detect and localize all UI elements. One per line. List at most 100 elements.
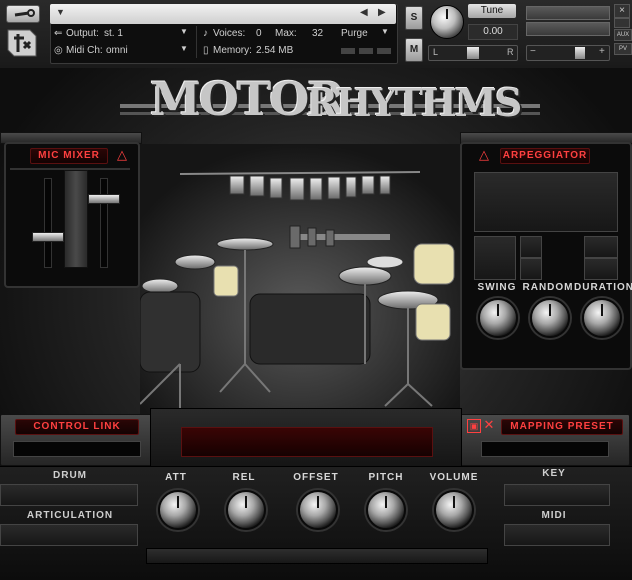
volume-minus-icon: − [530, 46, 536, 57]
purge-dropdown-icon[interactable]: ▼ [381, 27, 389, 36]
arp-slot-2[interactable] [520, 236, 542, 258]
instrument-name-bar[interactable]: ▼ ◀ ▶ [50, 4, 396, 24]
memory-label: Memory: [213, 45, 252, 56]
arp-slot-4[interactable] [584, 236, 618, 258]
purge-indicator-2 [359, 48, 373, 54]
tune-value[interactable]: 0.00 [468, 24, 518, 40]
close-icon[interactable]: × [614, 4, 630, 18]
tune-label: Tune [468, 4, 516, 18]
volume-slider[interactable]: − + [526, 45, 610, 61]
swing-knob[interactable] [478, 298, 518, 338]
mic-fader-2[interactable] [88, 194, 120, 204]
mic-mixer-center-column [64, 170, 88, 268]
att-knob[interactable] [158, 490, 198, 530]
purge-label[interactable]: Purge [341, 28, 368, 39]
duration-knob[interactable] [582, 298, 622, 338]
offset-label: OFFSET [293, 472, 339, 483]
delete-preset-icon[interactable]: ✕ [483, 418, 495, 432]
pitch-label: PITCH [368, 472, 404, 483]
wrench-button[interactable] [6, 5, 40, 23]
random-label: RANDOM [522, 282, 574, 293]
knob-row: ATT REL OFFSET PITCH VOLUME [146, 470, 486, 544]
arpeggiator-panel: △ ARPEGGIATOR SWING RANDOM DURATION [460, 142, 632, 370]
random-knob[interactable] [530, 298, 570, 338]
output-label: Output: [66, 28, 99, 39]
drum-label: DRUM [53, 470, 87, 481]
pv-button[interactable]: PV [614, 43, 632, 55]
aux-button[interactable]: AUX [614, 29, 632, 41]
mic-fader-1-track [44, 178, 52, 268]
volume-handle[interactable] [575, 47, 585, 59]
mapping-preset-label: MAPPING PRESET [501, 419, 623, 435]
volume-knob[interactable] [434, 490, 474, 530]
level-meter-right [526, 22, 610, 36]
mute-button[interactable]: M [405, 38, 423, 62]
purge-indicator-3 [377, 48, 391, 54]
instrument-header: ▼ ◀ ▶ ⇐ Output: st. 1 ▼ ♪ Voices: 0 Max:… [0, 0, 632, 69]
mapping-preset-panel: ▣ ✕ MAPPING PRESET [460, 414, 630, 466]
instrument-menu-icon[interactable]: ▼ [56, 7, 65, 17]
rel-knob[interactable] [226, 490, 266, 530]
mapping-preset-field[interactable] [481, 441, 609, 457]
pan-slider[interactable]: L R [428, 45, 518, 61]
pan-handle[interactable] [467, 47, 479, 59]
arp-slot-5[interactable] [584, 258, 618, 280]
level-meter-left [526, 6, 610, 20]
arpeggiator-toggle-icon[interactable]: △ [476, 147, 492, 163]
mic-fader-2-track [100, 178, 108, 268]
kontakt-logo [7, 29, 37, 57]
master-volume-knob[interactable] [430, 5, 464, 39]
articulation-selector[interactable] [0, 524, 138, 546]
midi-selector[interactable] [504, 524, 610, 546]
midi-dropdown-icon[interactable]: ▼ [180, 44, 188, 53]
arp-slot-3[interactable] [520, 258, 542, 280]
midi-channel-label: Midi Ch: [66, 45, 103, 56]
prev-instrument-icon[interactable]: ◀ [360, 7, 368, 18]
voices-icon: ♪ [203, 28, 208, 39]
mic-mixer-toggle-icon[interactable]: △ [114, 147, 130, 163]
minimize-icon[interactable] [614, 18, 630, 28]
instrument-body: MOTOR RHYTHMS MIC MIXER △ △ ARPEGGIATOR … [0, 68, 632, 580]
save-preset-icon[interactable]: ▣ [467, 419, 481, 433]
key-selector[interactable] [504, 484, 610, 506]
pitch-knob[interactable] [366, 490, 406, 530]
center-red-display [181, 427, 433, 457]
max-voices-value[interactable]: 32 [312, 28, 323, 39]
next-instrument-icon[interactable]: ▶ [378, 7, 386, 18]
voices-value: 0 [256, 28, 262, 39]
offset-knob[interactable] [298, 490, 338, 530]
volume-label: VOLUME [429, 472, 479, 483]
key-label: KEY [542, 468, 566, 479]
mic-fader-1[interactable] [32, 232, 64, 242]
drum-selector[interactable] [0, 484, 138, 506]
mic-mixer-label: MIC MIXER [30, 148, 108, 164]
purge-indicator-1 [341, 48, 355, 54]
duration-label: DURATION [574, 282, 632, 293]
midi-label: MIDI [541, 510, 567, 521]
output-value[interactable]: st. 1 [104, 28, 123, 39]
solo-button[interactable]: S [405, 6, 423, 30]
control-link-label: CONTROL LINK [15, 419, 139, 435]
control-link-field[interactable] [13, 441, 141, 457]
output-dropdown-icon[interactable]: ▼ [180, 27, 188, 36]
mic-mixer-panel: MIC MIXER △ [4, 142, 140, 288]
drum-kit-stage[interactable] [140, 144, 460, 424]
control-link-panel: CONTROL LINK [0, 414, 152, 466]
volume-plus-icon: + [599, 46, 605, 57]
rivet-strip [146, 548, 488, 564]
att-label: ATT [165, 472, 187, 483]
memory-value: 2.54 MB [256, 45, 294, 56]
arpeggiator-display[interactable] [474, 172, 618, 232]
arp-slot-1[interactable] [474, 236, 516, 280]
midi-icon: ◎ [54, 45, 63, 56]
output-icon: ⇐ [54, 28, 63, 39]
memory-icon: ▯ [203, 45, 209, 56]
title-word-rhythms: RHYTHMS [306, 80, 522, 125]
max-label: Max: [275, 28, 297, 39]
articulation-label: ARTICULATION [26, 510, 114, 521]
swing-label: SWING [477, 282, 517, 293]
arpeggiator-label: ARPEGGIATOR [500, 148, 590, 164]
midi-channel-value[interactable]: omni [106, 45, 128, 56]
wrench-icon [14, 9, 35, 17]
center-console [150, 408, 462, 470]
